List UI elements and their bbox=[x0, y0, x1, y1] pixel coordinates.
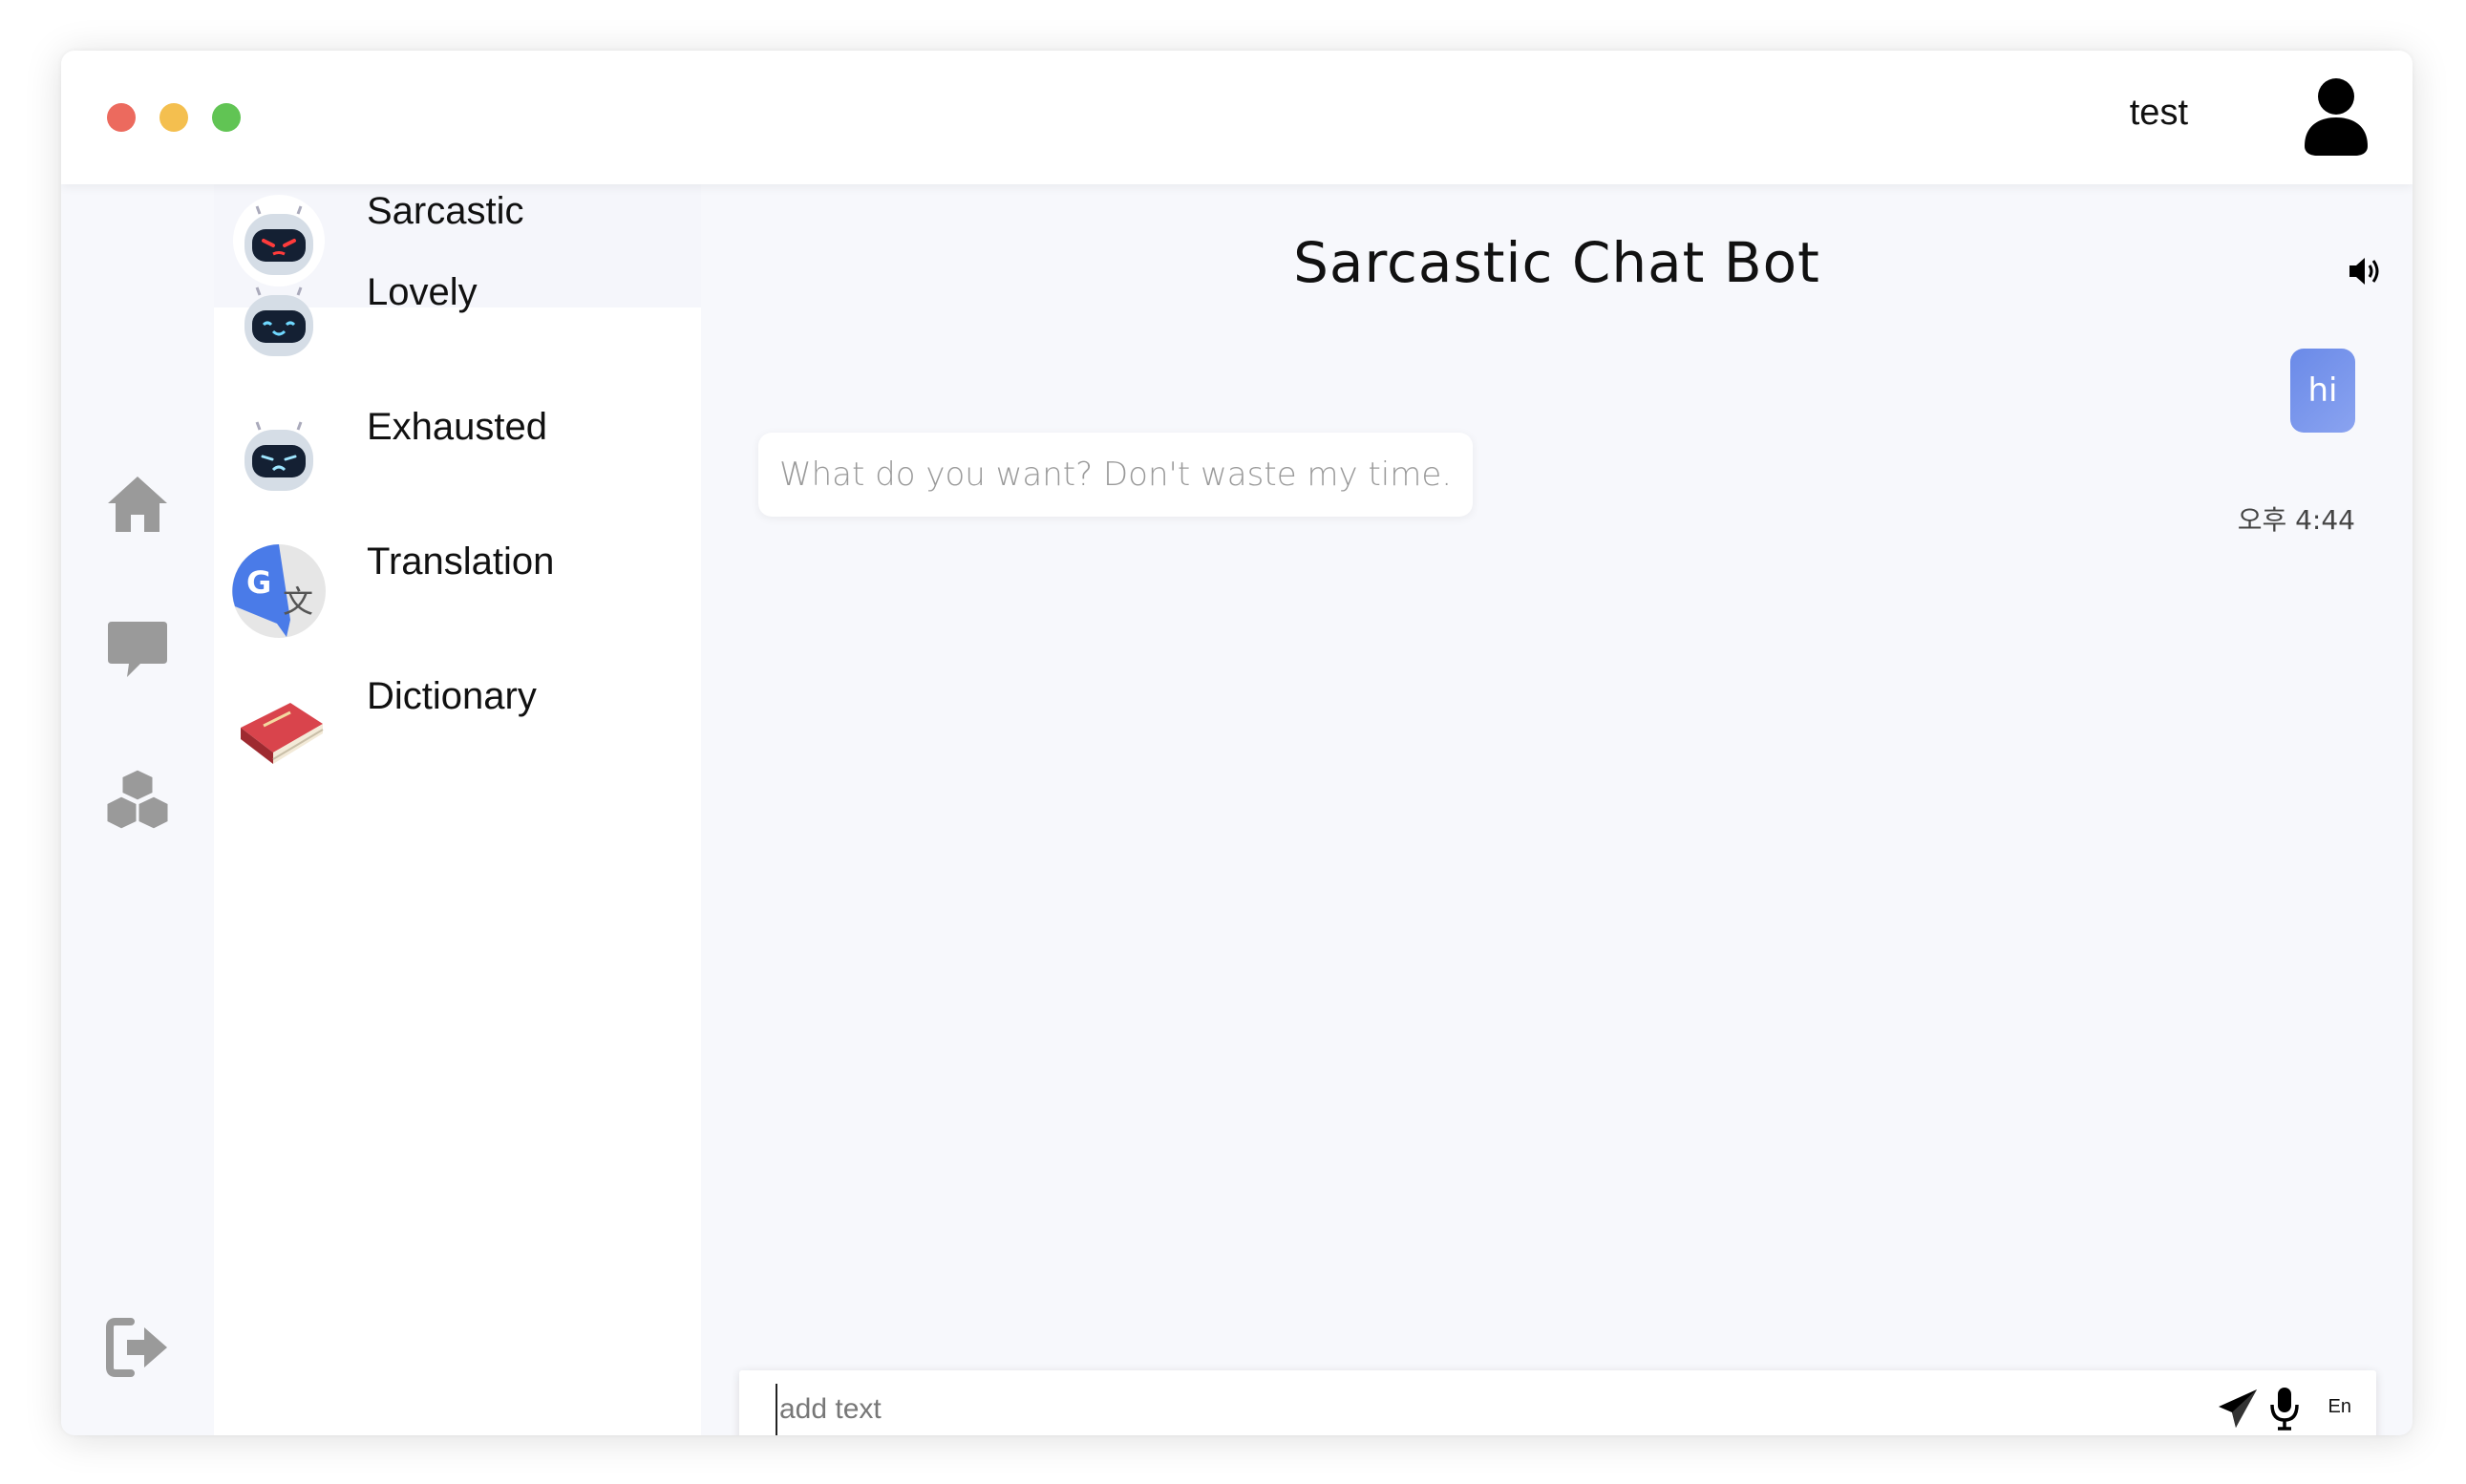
language-toggle[interactable]: En bbox=[2328, 1396, 2351, 1418]
message-input[interactable] bbox=[776, 1384, 2208, 1435]
username: test bbox=[2129, 93, 2188, 133]
bot-name: Exhausted bbox=[367, 406, 548, 448]
top-bar: test bbox=[61, 51, 2413, 184]
bot-item-lovely[interactable]: Lovely bbox=[214, 255, 701, 389]
speaker-icon[interactable] bbox=[2346, 251, 2386, 291]
bot-item-dictionary[interactable]: Dictionary bbox=[214, 659, 701, 793]
bot-message-bubble: What do you want? Don't waste my time. bbox=[758, 433, 1474, 517]
send-icon[interactable] bbox=[2217, 1388, 2259, 1430]
robot-happy-icon bbox=[244, 286, 313, 356]
chat-panel: Sarcastic Chat Bot hi What do you want? … bbox=[701, 184, 2413, 1435]
microphone-icon[interactable] bbox=[2269, 1386, 2300, 1431]
minimize-window-button[interactable] bbox=[159, 103, 188, 132]
book-icon bbox=[241, 703, 324, 764]
icon-sidebar bbox=[61, 184, 214, 1435]
user-message-bubble: hi bbox=[2290, 349, 2355, 433]
close-window-button[interactable] bbox=[107, 103, 136, 132]
bot-name: Dictionary bbox=[367, 675, 537, 717]
google-translate-icon: G 文 bbox=[232, 544, 326, 638]
bot-item-exhausted[interactable]: Exhausted bbox=[214, 390, 701, 523]
bot-item-translation[interactable]: G 文 Translation bbox=[214, 524, 701, 658]
robot-sad-icon bbox=[244, 421, 313, 491]
bot-list: Sarcastic Lovely Exhausted G 文 Translati… bbox=[214, 174, 701, 1435]
bot-name: Sarcastic bbox=[367, 190, 524, 232]
bot-name: Lovely bbox=[367, 271, 478, 313]
svg-text:文: 文 bbox=[283, 583, 313, 620]
logout-icon[interactable] bbox=[104, 1314, 171, 1381]
user-avatar-icon[interactable] bbox=[2303, 77, 2370, 156]
home-icon[interactable] bbox=[104, 471, 171, 538]
app-window: test Sarcastic Lovely Exhausted G 文 Tran… bbox=[61, 51, 2413, 1435]
maximize-window-button[interactable] bbox=[212, 103, 241, 132]
chat-title: Sarcastic Chat Bot bbox=[1293, 230, 1820, 295]
svg-text:G: G bbox=[246, 564, 271, 601]
chat-icon[interactable] bbox=[104, 616, 171, 683]
bot-name: Translation bbox=[367, 541, 555, 583]
message-timestamp: 오후 4:44 bbox=[2237, 504, 2355, 536]
message-input-bar: En bbox=[739, 1370, 2376, 1435]
boxes-icon[interactable] bbox=[104, 765, 171, 832]
